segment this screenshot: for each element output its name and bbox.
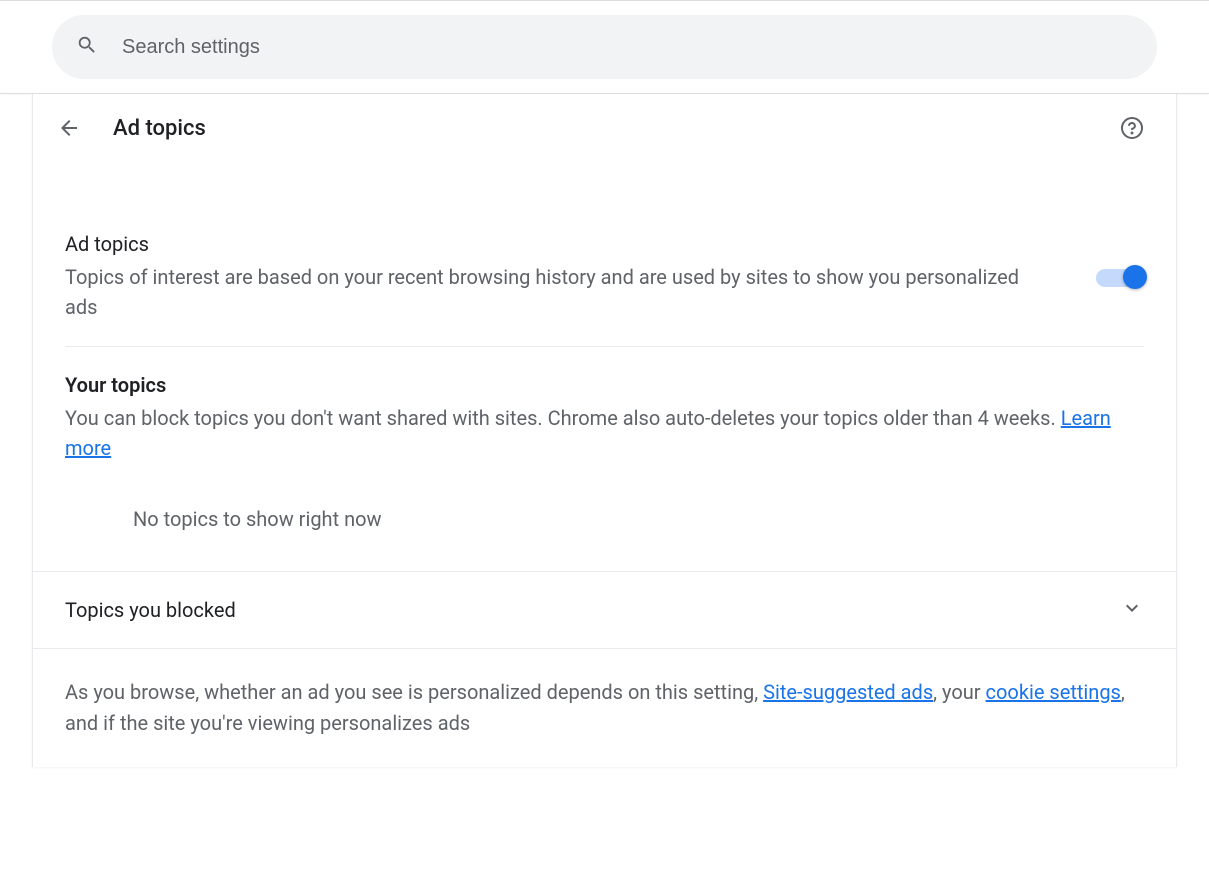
search-input[interactable] <box>122 36 1133 59</box>
your-topics-description: You can block topics you don't want shar… <box>65 403 1144 463</box>
search-box[interactable] <box>52 15 1157 79</box>
your-topics-heading: Your topics <box>65 373 1144 397</box>
topics-you-blocked-row[interactable]: Topics you blocked <box>33 571 1176 649</box>
ad-topics-toggle[interactable] <box>1096 267 1144 287</box>
footer-description: As you browse, whether an ad you see is … <box>33 649 1176 767</box>
ad-topics-title: Ad topics <box>65 232 1056 256</box>
settings-card: Ad topics Ad topics Topics of interest a… <box>32 94 1177 767</box>
page-title: Ad topics <box>113 116 1112 141</box>
cookie-settings-link[interactable]: cookie settings <box>986 680 1121 704</box>
topics-you-blocked-label: Topics you blocked <box>65 598 236 622</box>
site-suggested-ads-link[interactable]: Site-suggested ads <box>763 680 933 704</box>
ad-topics-description: Topics of interest are based on your rec… <box>65 262 1056 322</box>
search-bar-container <box>0 1 1209 94</box>
arrow-left-icon <box>57 116 81 140</box>
your-topics-section: Your topics You can block topics you don… <box>65 347 1144 571</box>
page-header: Ad topics <box>33 94 1176 162</box>
search-icon <box>76 34 98 60</box>
help-button[interactable] <box>1112 108 1152 148</box>
no-topics-message: No topics to show right now <box>65 463 1144 571</box>
back-button[interactable] <box>49 108 89 148</box>
help-icon <box>1120 116 1144 140</box>
chevron-down-icon <box>1120 596 1144 624</box>
ad-topics-toggle-row: Ad topics Topics of interest are based o… <box>65 232 1144 347</box>
